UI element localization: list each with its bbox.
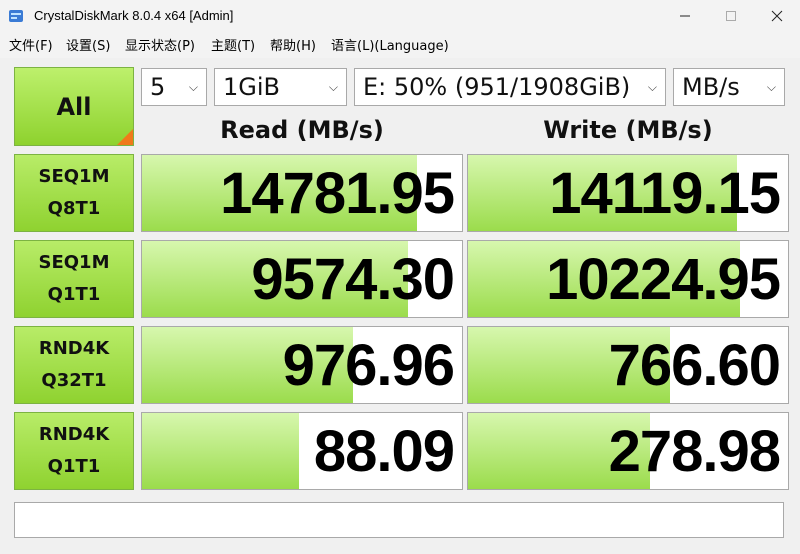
crystaldiskmark-app-icon xyxy=(9,10,23,22)
unit-select[interactable]: MB/s ⌵ xyxy=(673,68,785,106)
test-label-line2: Q1T1 xyxy=(47,284,101,305)
title-bar: CrystalDiskMark 8.0.4 x64 [Admin] xyxy=(0,0,800,32)
menu-settings[interactable]: 设置(S) xyxy=(66,35,110,54)
all-button[interactable]: All xyxy=(14,67,134,146)
test-button-rnd4k-q1t1[interactable]: RND4K Q1T1 xyxy=(14,412,134,490)
close-icon xyxy=(771,10,783,22)
read-result-cell: 976.96 xyxy=(141,326,463,404)
window-title: CrystalDiskMark 8.0.4 x64 [Admin] xyxy=(34,8,234,23)
test-label-line1: RND4K xyxy=(38,424,110,445)
test-button-seq1m-q8t1[interactable]: SEQ1M Q8T1 xyxy=(14,154,134,232)
maximize-icon xyxy=(726,11,736,21)
write-value: 766.60 xyxy=(608,333,781,398)
menu-display[interactable]: 显示状态(P) xyxy=(125,35,195,54)
count-value: 5 xyxy=(150,73,166,101)
read-value: 88.09 xyxy=(313,419,455,484)
test-button-seq1m-q1t1[interactable]: SEQ1M Q1T1 xyxy=(14,240,134,318)
comment-field[interactable] xyxy=(14,502,784,538)
read-value: 14781.95 xyxy=(220,161,455,226)
all-button-label: All xyxy=(56,92,92,121)
write-result-cell: 278.98 xyxy=(467,412,789,490)
test-label-line1: SEQ1M xyxy=(38,166,110,187)
menu-file[interactable]: 文件(F) xyxy=(9,35,53,54)
test-label-line1: RND4K xyxy=(38,338,110,359)
write-result-cell: 14119.15 xyxy=(467,154,789,232)
read-result-cell: 14781.95 xyxy=(141,154,463,232)
size-value: 1GiB xyxy=(223,73,280,101)
unit-value: MB/s xyxy=(682,73,740,101)
read-result-cell: 88.09 xyxy=(141,412,463,490)
chevron-down-icon: ⌵ xyxy=(647,80,657,94)
menu-help[interactable]: 帮助(H) xyxy=(270,35,316,54)
write-column-header: Write (MB/s) xyxy=(543,116,713,144)
chevron-down-icon: ⌵ xyxy=(766,80,776,94)
drive-value: E: 50% (951/1908GiB) xyxy=(363,73,631,101)
read-value: 976.96 xyxy=(282,333,455,398)
chevron-down-icon: ⌵ xyxy=(328,80,338,94)
read-value: 9574.30 xyxy=(251,247,455,312)
close-button[interactable] xyxy=(754,0,800,32)
count-select[interactable]: 5 ⌵ xyxy=(141,68,207,106)
size-select[interactable]: 1GiB ⌵ xyxy=(214,68,347,106)
write-value: 278.98 xyxy=(608,419,781,484)
read-progress-bar xyxy=(142,413,299,489)
test-label-line2: Q32T1 xyxy=(41,370,107,391)
minimize-icon xyxy=(680,15,690,17)
chevron-down-icon: ⌵ xyxy=(188,80,198,94)
write-value: 10224.95 xyxy=(546,247,781,312)
write-result-cell: 10224.95 xyxy=(467,240,789,318)
test-label-line2: Q8T1 xyxy=(47,198,101,219)
menu-language[interactable]: 语言(L)(Language) xyxy=(331,35,449,54)
maximize-button[interactable] xyxy=(708,0,754,32)
test-label-line2: Q1T1 xyxy=(47,456,101,477)
corner-marker xyxy=(117,129,133,145)
read-column-header: Read (MB/s) xyxy=(220,116,384,144)
minimize-button[interactable] xyxy=(662,0,708,32)
write-value: 14119.15 xyxy=(549,161,781,226)
menu-bar: 文件(F) 设置(S) 显示状态(P) 主题(T) 帮助(H) 语言(L)(La… xyxy=(0,32,800,56)
menu-theme[interactable]: 主题(T) xyxy=(211,35,255,54)
test-label-line1: SEQ1M xyxy=(38,252,110,273)
write-result-cell: 766.60 xyxy=(467,326,789,404)
test-button-rnd4k-q32t1[interactable]: RND4K Q32T1 xyxy=(14,326,134,404)
drive-select[interactable]: E: 50% (951/1908GiB) ⌵ xyxy=(354,68,666,106)
read-result-cell: 9574.30 xyxy=(141,240,463,318)
